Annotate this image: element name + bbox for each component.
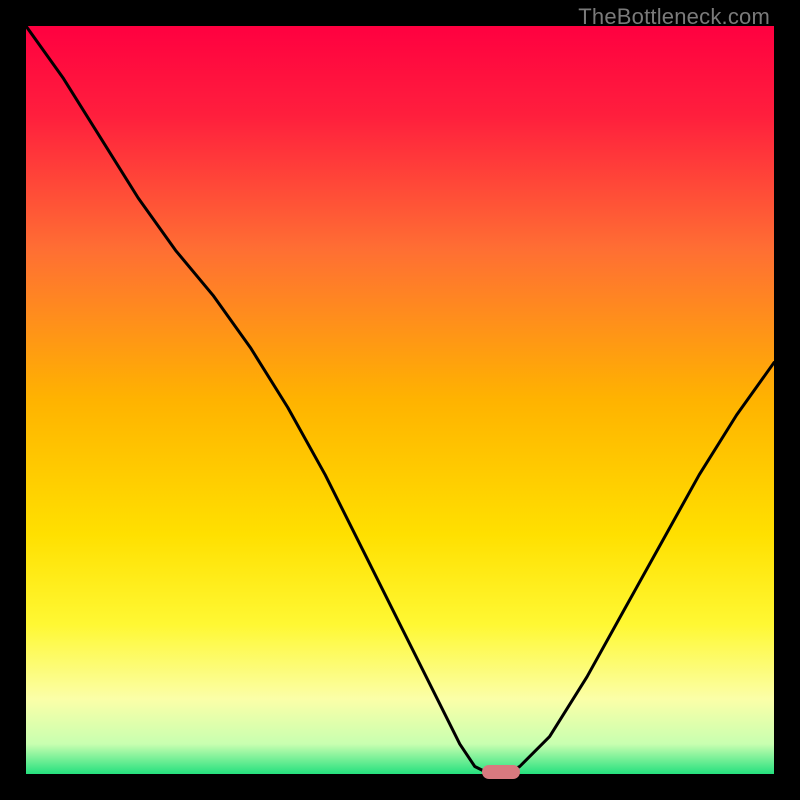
plot-area — [26, 26, 774, 774]
optimal-marker — [482, 765, 519, 779]
watermark-text: TheBottleneck.com — [578, 4, 770, 30]
chart-frame: TheBottleneck.com — [0, 0, 800, 800]
bottleneck-curve — [26, 26, 774, 774]
